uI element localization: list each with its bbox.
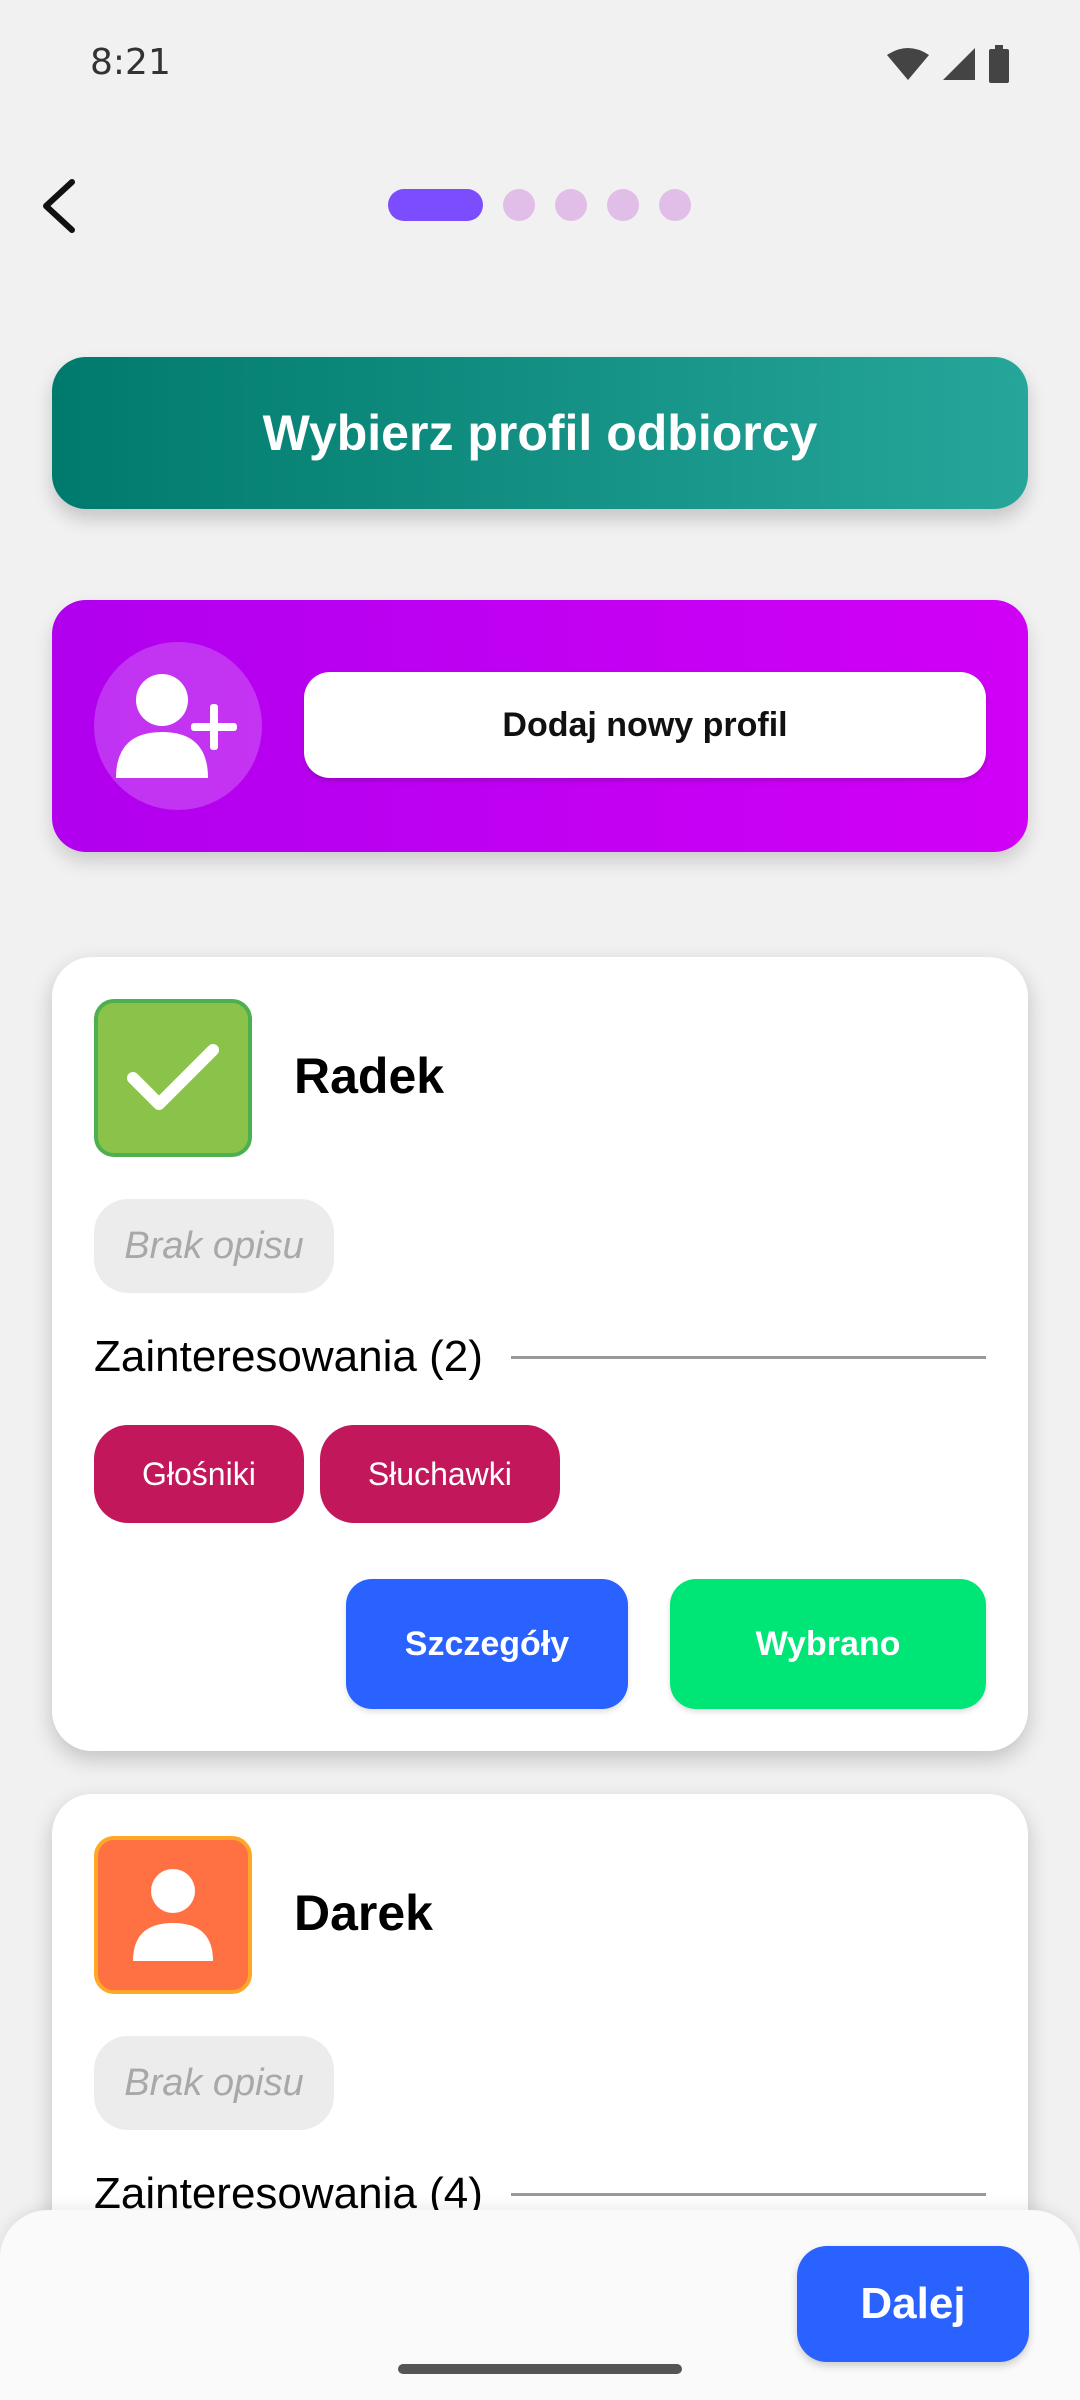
interest-tag-label: Słuchawki [367, 1455, 512, 1492]
screen: 8:21 Wybierz profil odbiorcy Dodaj nowy … [0, 0, 1080, 2400]
details-button[interactable]: Szczegóły [346, 1579, 628, 1709]
profile-description: Brak opisu [94, 1199, 334, 1293]
profile-card: Radek Brak opisu Zainteresowania (2) Gło… [52, 957, 1028, 1751]
battery-icon [989, 45, 1009, 83]
signal-icon [943, 48, 975, 80]
page-indicator-dot [503, 189, 535, 221]
interest-tags: Głośniki Słuchawki [94, 1425, 560, 1523]
interest-tag: Głośniki [94, 1425, 304, 1523]
profile-avatar [94, 1836, 252, 1994]
selected-button[interactable]: Wybrano [670, 1579, 986, 1709]
title-banner: Wybierz profil odbiorcy [52, 357, 1028, 509]
interest-tag-label: Głośniki [142, 1455, 256, 1492]
page-indicator-active [388, 189, 483, 221]
add-profile-button[interactable]: Dodaj nowy profil [304, 672, 986, 778]
page-indicator-dot [659, 189, 691, 221]
home-indicator[interactable] [398, 2364, 682, 2374]
profile-avatar-selected [94, 999, 252, 1157]
profile-name: Darek [294, 1885, 433, 1941]
arrow-back-icon [43, 179, 75, 233]
details-button-label: Szczegóły [404, 1624, 570, 1663]
check-icon [127, 1044, 219, 1110]
person-icon [133, 1869, 213, 1961]
page-title: Wybierz profil odbiorcy [262, 405, 818, 461]
profile-description-text: Brak opisu [124, 2061, 304, 2104]
profile-description: Brak opisu [94, 2036, 334, 2130]
selected-button-label: Wybrano [755, 1624, 901, 1663]
next-button[interactable]: Dalej [797, 2246, 1029, 2362]
page-indicator-dot [555, 189, 587, 221]
add-profile-avatar[interactable] [94, 642, 262, 810]
divider [510, 2192, 986, 2196]
interests-header: Zainteresowania (2) [94, 1327, 986, 1387]
back-button[interactable] [28, 166, 88, 246]
page-indicator [388, 189, 711, 221]
person-add-icon [116, 674, 237, 778]
add-profile-button-label: Dodaj nowy profil [502, 705, 788, 744]
bottom-action-bar: Dalej [0, 2210, 1080, 2400]
status-bar: 8:21 [0, 0, 1080, 130]
interests-title: Zainteresowania (2) [94, 1332, 483, 1381]
status-time: 8:21 [90, 42, 171, 83]
next-button-label: Dalej [860, 2279, 966, 2328]
add-profile-banner: Dodaj nowy profil [52, 600, 1028, 852]
interest-tag: Słuchawki [319, 1425, 560, 1523]
wifi-icon [887, 48, 929, 80]
status-icons [886, 44, 1010, 84]
profile-name: Radek [294, 1048, 445, 1104]
profile-description-text: Brak opisu [124, 1224, 304, 1267]
divider [510, 1355, 986, 1359]
page-indicator-dot [607, 189, 639, 221]
